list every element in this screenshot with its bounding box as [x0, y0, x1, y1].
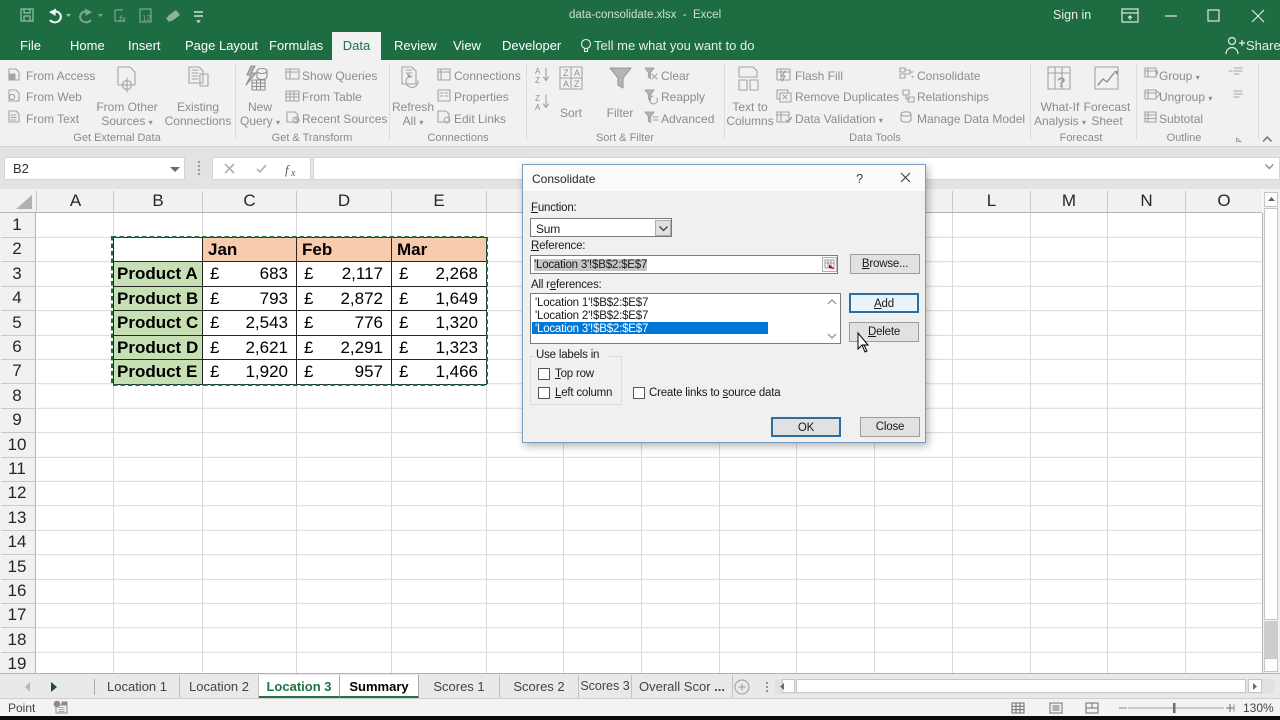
svg-text:fx: fx: [119, 14, 127, 24]
svg-text:Z: Z: [535, 94, 540, 103]
svg-text:A: A: [535, 67, 541, 76]
svg-text:A: A: [574, 68, 580, 78]
svg-text:?: ?: [1057, 74, 1066, 90]
svg-text:Z: Z: [574, 79, 580, 89]
svg-text:x: x: [290, 168, 296, 179]
svg-text:12: 12: [142, 14, 151, 23]
svg-text:Z: Z: [563, 68, 569, 78]
svg-text:Z: Z: [535, 76, 540, 85]
svg-text:A: A: [563, 79, 569, 89]
